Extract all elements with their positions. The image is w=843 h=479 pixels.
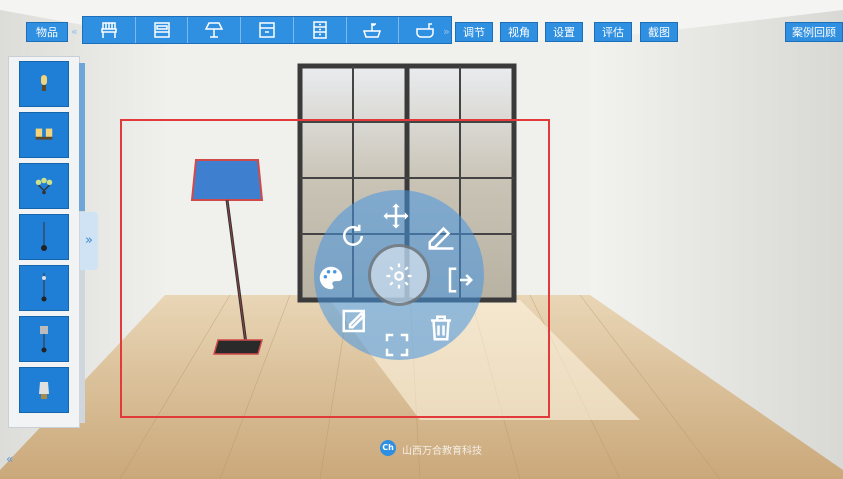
edit-icon[interactable] xyxy=(338,304,372,338)
expand-panel-button[interactable]: » xyxy=(80,212,98,270)
exit-icon[interactable] xyxy=(443,263,477,297)
adjust-button[interactable]: 调节 xyxy=(455,22,493,42)
items-button[interactable]: 物品 xyxy=(26,22,68,42)
lamp-icon[interactable] xyxy=(188,17,242,43)
watermark-text: 山西万合教育科技 xyxy=(402,446,482,457)
lamp-catalog-sidebar xyxy=(8,56,85,428)
settings-icon[interactable] xyxy=(382,259,416,293)
furniture-category-bar xyxy=(82,16,452,44)
chevron-right-icon[interactable]: » xyxy=(443,22,450,42)
move-icon[interactable] xyxy=(379,199,413,233)
pendant-lamp-icon[interactable] xyxy=(19,214,69,260)
measure-icon[interactable] xyxy=(424,219,458,253)
pendant-lamp-small-icon[interactable] xyxy=(19,265,69,311)
pendant-lamp-shade-icon[interactable] xyxy=(19,316,69,362)
double-wall-light-icon[interactable] xyxy=(19,112,69,158)
material-icon[interactable] xyxy=(314,261,348,295)
wall-sconce-icon[interactable] xyxy=(19,61,69,107)
cabinet-icon[interactable] xyxy=(241,17,294,43)
dresser-icon[interactable] xyxy=(294,17,347,43)
sink-icon[interactable] xyxy=(347,17,400,43)
rotate-icon[interactable] xyxy=(336,219,370,253)
view-button[interactable]: 视角 xyxy=(500,22,538,42)
settings-button[interactable]: 设置 xyxy=(545,22,583,42)
screenshot-button[interactable]: 截图 xyxy=(640,22,678,42)
bed-icon[interactable] xyxy=(136,17,189,43)
chevron-left-icon[interactable]: « xyxy=(71,22,78,42)
case-review-button[interactable]: 案例回顾 xyxy=(785,22,843,42)
scale-icon[interactable] xyxy=(380,328,414,362)
collapse-sidebar-button[interactable]: « xyxy=(6,452,13,466)
company-logo: Ch xyxy=(380,440,396,456)
top-toolbar: 物品 « » 调节 视角 设置 评估 截图 案例回顾 xyxy=(0,0,843,44)
chandelier-icon[interactable] xyxy=(19,163,69,209)
sidebar-scroll-thumb[interactable] xyxy=(79,63,85,211)
chair-icon[interactable] xyxy=(83,17,136,43)
delete-icon[interactable] xyxy=(424,311,458,345)
table-lamp-icon[interactable] xyxy=(19,367,69,413)
evaluate-button[interactable]: 评估 xyxy=(594,22,632,42)
